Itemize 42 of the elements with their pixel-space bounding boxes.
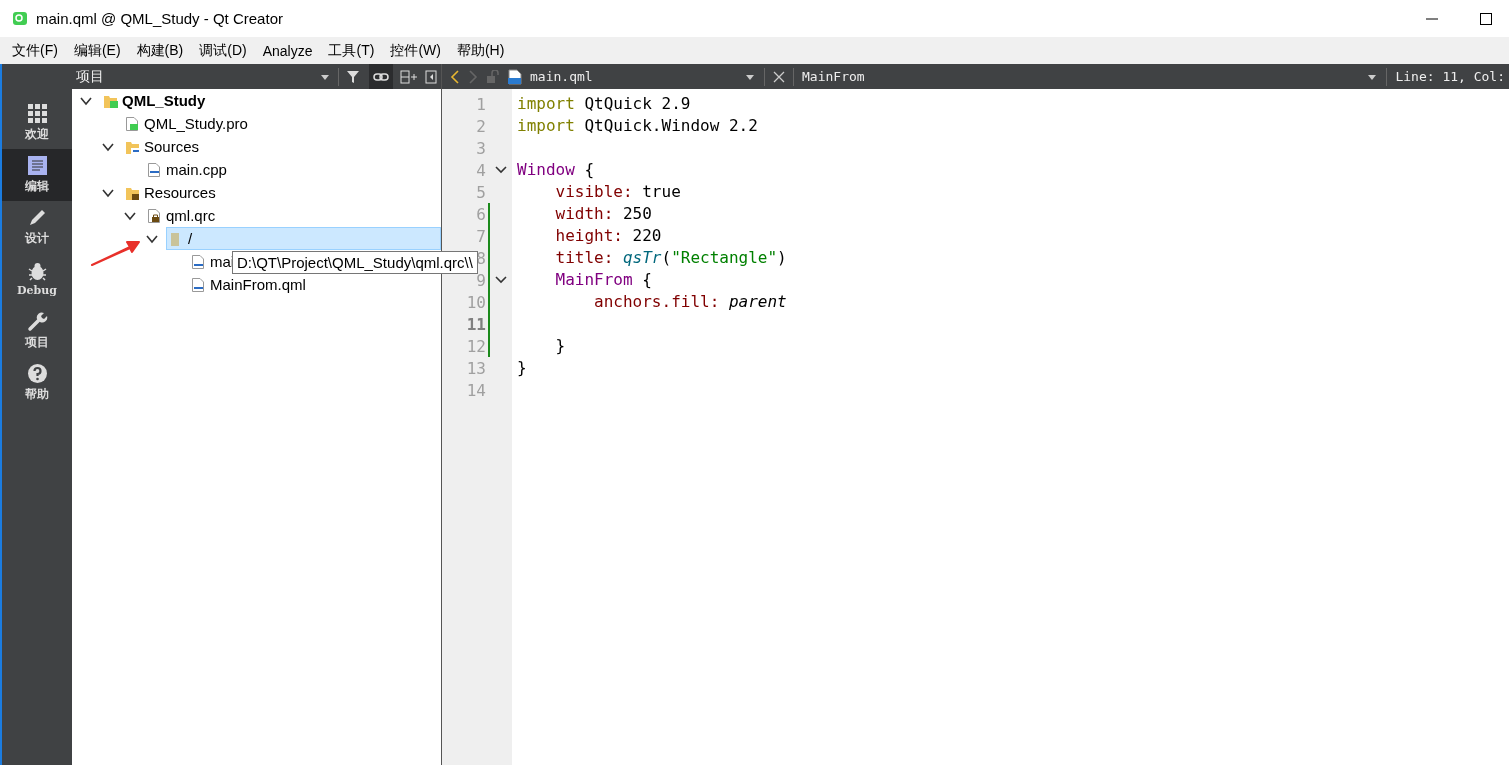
- mode-button[interactable]: 编辑: [2, 149, 72, 201]
- line-number: 9: [475, 270, 486, 290]
- tree-item[interactable]: Sources: [122, 135, 200, 158]
- tree-item[interactable]: QML_Study.pro: [122, 112, 248, 135]
- line-number: 12: [465, 336, 486, 356]
- menu-item[interactable]: 控件(W): [382, 41, 449, 60]
- line-number: 3: [475, 138, 486, 158]
- menu-item[interactable]: 帮助(H): [448, 41, 513, 60]
- mode-button[interactable]: Debug: [2, 253, 72, 305]
- line-number: 14: [465, 380, 486, 400]
- tree-item[interactable]: MainFrom.qml: [188, 273, 306, 296]
- menu-item[interactable]: 调试(D): [191, 41, 255, 60]
- tree-item[interactable]: /: [166, 227, 441, 250]
- mode-button[interactable]: 帮助: [2, 357, 72, 409]
- menu-item[interactable]: 编辑(E): [65, 41, 129, 60]
- line-number: 11: [465, 314, 486, 334]
- mode-button[interactable]: 欢迎: [2, 97, 72, 149]
- file-selector[interactable]: main.qml: [530, 69, 736, 84]
- line-number: 13: [465, 358, 486, 378]
- menu-item[interactable]: 文件(F): [4, 41, 66, 60]
- tree-item[interactable]: QML_Study: [100, 89, 206, 112]
- menu-item[interactable]: 工具(T): [320, 41, 383, 60]
- cursor-position[interactable]: Line: 11, Col:: [1395, 69, 1505, 84]
- menu-item[interactable]: Analyze: [254, 42, 321, 59]
- line-number: 6: [475, 204, 486, 224]
- menu-item[interactable]: 构建(B): [128, 41, 192, 60]
- line-number: 7: [475, 226, 486, 246]
- tree-item[interactable]: qml.qrc: [144, 204, 216, 227]
- mode-button[interactable]: 设计: [2, 201, 72, 253]
- mode-button[interactable]: 项目: [2, 305, 72, 357]
- line-number: 10: [465, 292, 486, 312]
- tree-item[interactable]: main.cpp: [144, 158, 227, 181]
- pane-title: 项目: [76, 67, 104, 86]
- symbol-selector[interactable]: MainFrom: [802, 69, 865, 84]
- code-text: import QtQuick 2.9 import QtQuick.Window 2.2 Window { visible: true width: 250 height: 220 title: qsTr("Rectangle") MainFrom { anchors.fill: parent } }: [516, 93, 788, 379]
- line-number: 4: [475, 160, 486, 180]
- tooltip: D:\QT\Project\QML_Study\qml.qrc\\: [232, 251, 478, 274]
- line-number: 2: [475, 116, 486, 136]
- line-number: 5: [475, 182, 486, 202]
- window-title: main.qml @ QML_Study - Qt Creator: [36, 10, 283, 27]
- tree-item[interactable]: Resources: [122, 181, 216, 204]
- line-number: 1: [475, 94, 486, 114]
